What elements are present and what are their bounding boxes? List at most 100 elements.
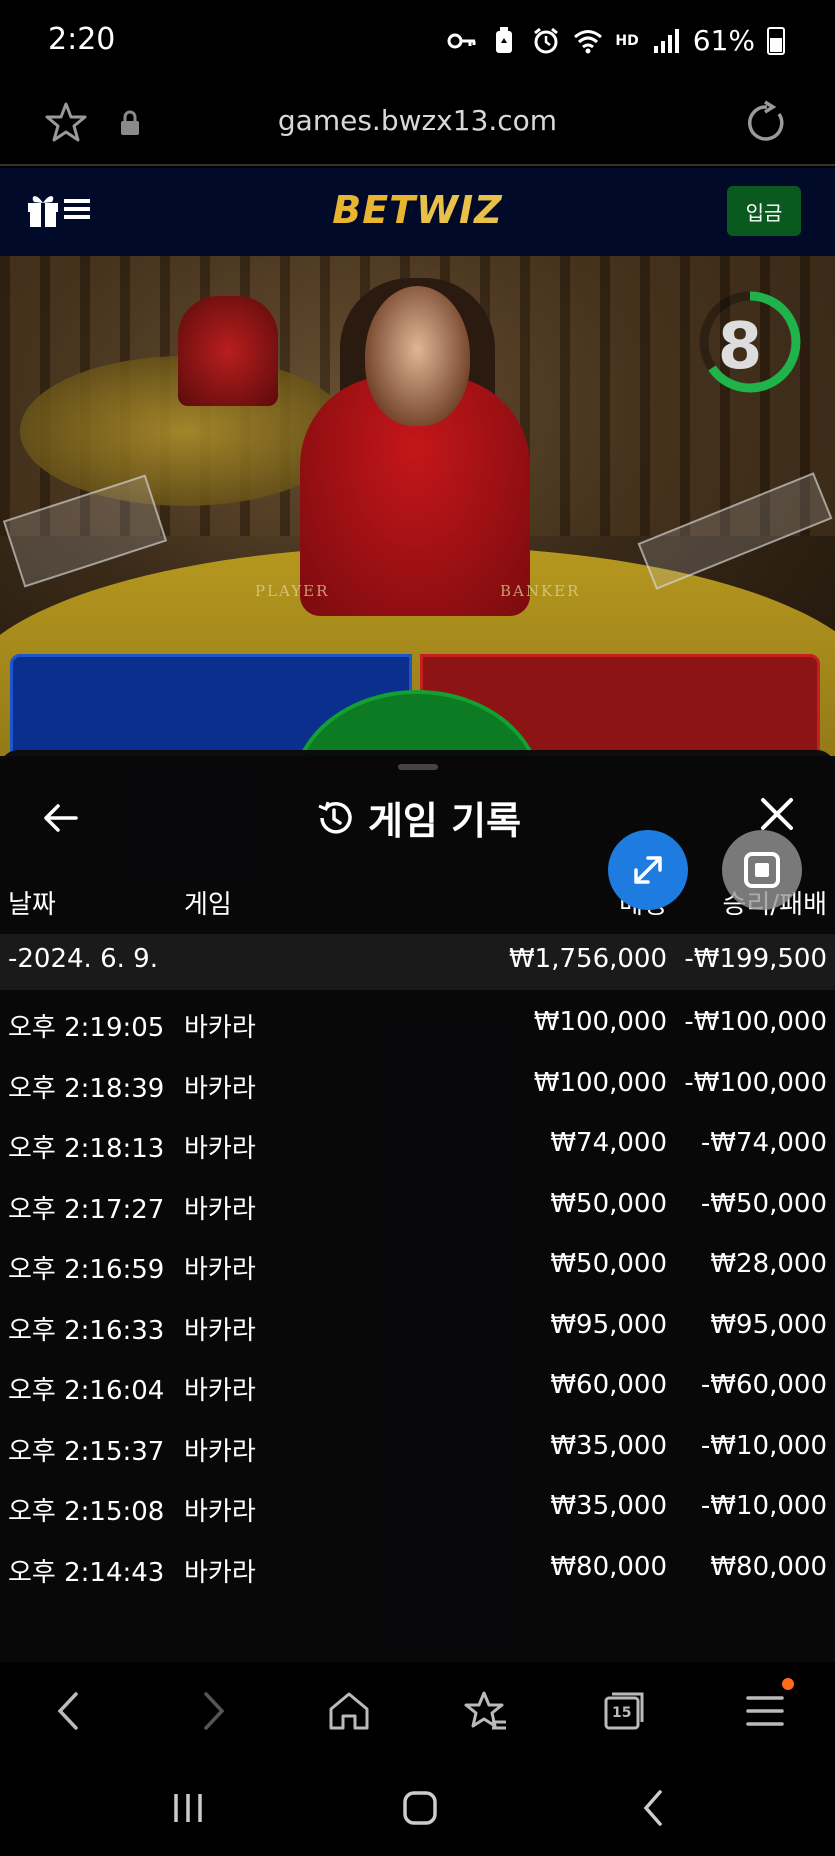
close-icon[interactable]	[759, 796, 795, 832]
home-button[interactable]	[326, 1688, 372, 1734]
history-title-text: 게임 기록	[367, 799, 522, 843]
stop-icon	[744, 852, 780, 888]
history-icon	[314, 798, 354, 838]
row-game: 바카라	[184, 1255, 256, 1285]
row-game: 바카라	[184, 1013, 256, 1043]
row-result: -₩50,000	[700, 1188, 827, 1219]
browser-back-button[interactable]	[48, 1688, 94, 1734]
row-game: 바카라	[184, 1497, 256, 1527]
video-dealer-head	[365, 286, 470, 426]
game-history-panel: 게임 기록 날짜 게임 베팅 승리/패배 -2024. 6. 9. ₩1,756…	[0, 750, 835, 1662]
history-row[interactable]: 오후 2:18:39 바카라 ₩100,000 -₩100,000	[0, 1058, 835, 1114]
system-back-button[interactable]	[632, 1788, 676, 1828]
battery-saver-icon	[489, 26, 519, 55]
wifi-icon	[573, 27, 603, 55]
browser-url-bar: games.bwzx13.com	[0, 82, 835, 166]
row-game: 바카라	[184, 1315, 256, 1346]
system-navigation-bar	[0, 1758, 835, 1856]
battery-icon	[767, 26, 785, 55]
reload-button[interactable]	[743, 100, 789, 146]
deposit-button[interactable]: 입금	[727, 186, 801, 236]
history-row[interactable]: 오후 2:16:04 바카라 ₩60,000 -₩60,000	[0, 1360, 835, 1416]
browser-forward-button[interactable]	[188, 1688, 234, 1734]
row-result: -₩10,000	[700, 1491, 827, 1521]
row-result: ₩80,000	[710, 1551, 827, 1582]
expand-icon	[634, 856, 662, 884]
row-time: 오후 2:15:37	[8, 1436, 165, 1467]
logo-bet-text: BET	[332, 188, 417, 232]
row-result: ₩28,000	[710, 1249, 827, 1279]
status-time: 2:20	[48, 22, 116, 57]
row-time: 오후 2:16:59	[8, 1255, 165, 1285]
logo-wiz-text: WIZ	[416, 188, 503, 232]
history-row[interactable]: 오후 2:14:43 바카라 ₩80,000 ₩80,000	[0, 1542, 835, 1598]
expand-button[interactable]	[608, 830, 688, 910]
drag-handle[interactable]	[398, 764, 438, 770]
row-time: 오후 2:15:08	[8, 1497, 165, 1527]
row-game: 바카라	[184, 1436, 256, 1467]
column-date[interactable]: 날짜	[8, 884, 56, 921]
alarm-icon	[531, 27, 561, 55]
row-bet: ₩100,000	[533, 1007, 667, 1037]
row-time: 오후 2:14:43	[8, 1557, 165, 1588]
history-row[interactable]: 오후 2:16:33 바카라 ₩95,000 ₩95,000	[0, 1300, 835, 1356]
row-result: -₩100,000	[684, 1007, 827, 1037]
browser-menu-button[interactable]	[742, 1688, 788, 1734]
history-row[interactable]: 오후 2:17:27 바카라 ₩50,000 -₩50,000	[0, 1179, 835, 1235]
notification-dot	[782, 1678, 794, 1690]
key-icon	[447, 27, 477, 55]
stop-button[interactable]	[722, 830, 802, 910]
status-bar: 2:20 HD 61%	[0, 0, 835, 82]
network-badge: HD	[615, 32, 639, 49]
table-banker-text: BANKER	[500, 582, 581, 600]
row-bet: ₩60,000	[550, 1370, 667, 1400]
row-game: 바카라	[184, 1073, 256, 1104]
site-header: BETWIZ 입금	[0, 168, 835, 256]
history-row[interactable]: 오후 2:15:37 바카라 ₩35,000 -₩10,000	[0, 1421, 835, 1477]
table-player-text: PLAYER	[255, 582, 330, 600]
row-bet: ₩95,000	[550, 1309, 667, 1340]
signal-icon	[651, 27, 681, 55]
row-time: 오후 2:17:27	[8, 1194, 165, 1225]
history-row[interactable]: 오후 2:19:05 바카라 ₩100,000 -₩100,000	[0, 997, 835, 1053]
row-result: ₩95,000	[710, 1309, 827, 1340]
row-result: -₩100,000	[684, 1067, 827, 1098]
row-game: 바카라	[184, 1134, 256, 1164]
row-bet: ₩35,000	[550, 1491, 667, 1521]
tabs-button[interactable]: 15	[602, 1688, 648, 1734]
row-time: 오후 2:16:33	[8, 1315, 165, 1346]
history-title: 게임 기록	[0, 790, 835, 845]
history-row[interactable]: 오후 2:18:13 바카라 ₩74,000 -₩74,000	[0, 1118, 835, 1174]
history-row[interactable]: 오후 2:15:08 바카라 ₩35,000 -₩10,000	[0, 1481, 835, 1537]
summary-date: -2024. 6. 9.	[8, 944, 158, 974]
summary-result: -₩199,500	[684, 944, 827, 974]
row-time: 오후 2:18:13	[8, 1134, 165, 1164]
row-bet: ₩35,000	[550, 1430, 667, 1461]
betwiz-logo[interactable]: BETWIZ	[0, 188, 835, 232]
row-bet: ₩100,000	[533, 1067, 667, 1098]
row-result: -₩60,000	[700, 1370, 827, 1400]
history-row[interactable]: 오후 2:16:59 바카라 ₩50,000 ₩28,000	[0, 1239, 835, 1295]
bookmarks-button[interactable]	[464, 1688, 510, 1734]
row-game: 바카라	[184, 1376, 256, 1406]
column-game[interactable]: 게임	[184, 884, 232, 921]
tabs-count: 15	[612, 1705, 632, 1721]
url-text[interactable]: games.bwzx13.com	[0, 104, 835, 137]
summary-bet: ₩1,756,000	[508, 944, 667, 974]
row-game: 바카라	[184, 1194, 256, 1225]
status-icons: HD 61%	[447, 24, 785, 57]
row-bet: ₩74,000	[550, 1128, 667, 1158]
row-time: 오후 2:19:05	[8, 1013, 165, 1043]
system-home-button[interactable]	[398, 1788, 442, 1828]
row-result: -₩74,000	[700, 1128, 827, 1158]
row-result: -₩10,000	[700, 1430, 827, 1461]
row-game: 바카라	[184, 1557, 256, 1588]
row-bet: ₩50,000	[550, 1249, 667, 1279]
row-time: 오후 2:16:04	[8, 1376, 165, 1406]
video-background-dealer	[178, 296, 278, 406]
countdown-number: 8	[717, 310, 763, 384]
browser-toolbar: 15	[0, 1662, 835, 1758]
recent-apps-button[interactable]	[166, 1788, 210, 1828]
summary-row[interactable]: -2024. 6. 9. ₩1,756,000 -₩199,500	[0, 934, 835, 990]
row-time: 오후 2:18:39	[8, 1073, 165, 1104]
